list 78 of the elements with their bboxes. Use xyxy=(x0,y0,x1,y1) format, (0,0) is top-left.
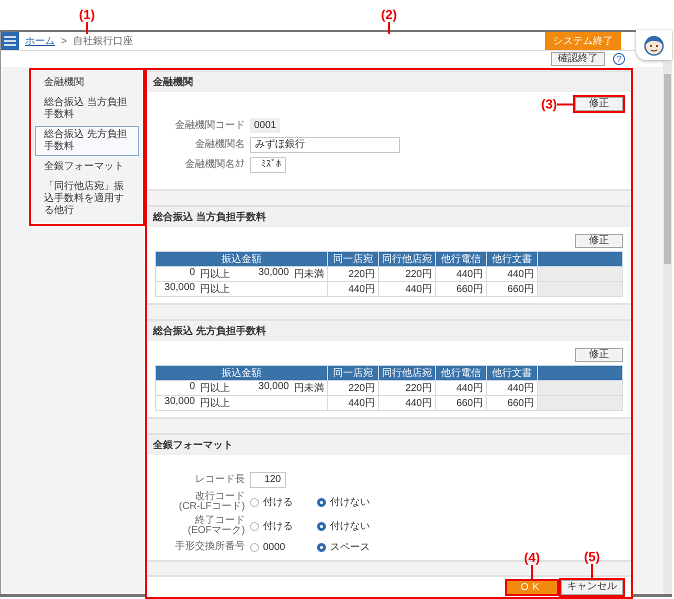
column-header: 同行他店宛 xyxy=(378,252,436,266)
breadcrumb-link[interactable]: ホーム xyxy=(25,34,55,48)
table-cell: 660円 xyxy=(436,282,486,296)
table-cell: 660円 xyxy=(486,282,538,296)
field-label: 金融機関名ｶﾅ xyxy=(185,160,245,170)
input-field[interactable]: 120 xyxy=(250,472,286,488)
radio-option[interactable]: 付けない xyxy=(317,519,379,533)
field-label: 金融機関コード xyxy=(175,120,245,130)
radio-option[interactable]: スペース xyxy=(317,540,379,554)
field-label: 終了コード xyxy=(195,516,245,526)
input-field[interactable]: みずほ銀行 xyxy=(250,137,400,153)
field-value: 0001 xyxy=(250,118,280,133)
callout-label: (4) xyxy=(524,550,540,564)
radio-option[interactable]: 付ける xyxy=(250,519,312,533)
sidebar-item[interactable]: 「同行他店宛」振込手数料を適用する他行 xyxy=(35,178,139,220)
table-cell: 440円 xyxy=(378,282,436,296)
callout-label: (1) xyxy=(79,7,95,22)
section-title: 全銀フォーマット xyxy=(147,433,631,455)
edit-button[interactable]: 修正 xyxy=(575,97,623,111)
field-label: (CR-LFコード) xyxy=(178,502,245,512)
field-label: 金融機関名 xyxy=(195,140,245,150)
callout-label: (5) xyxy=(584,548,600,564)
column-header: 振込金額 xyxy=(156,252,328,266)
table-cell: 440円 xyxy=(328,396,378,410)
section-title: 総合振込 当方負担手数料 xyxy=(147,205,631,227)
column-header: 振込金額 xyxy=(156,366,328,380)
scrollbar[interactable] xyxy=(663,62,672,594)
callout-label: (2) xyxy=(381,7,397,22)
radio-option[interactable]: 付ける xyxy=(250,495,312,509)
column-header: 同行他店宛 xyxy=(378,366,436,380)
table-cell: 440円 xyxy=(436,266,486,282)
table-cell: 220円 xyxy=(378,266,436,282)
sidebar-item[interactable]: 総合振込 当方負担手数料 xyxy=(35,94,139,124)
input-field[interactable]: ﾐｽﾞﾎ xyxy=(250,157,286,173)
column-header: 同一店宛 xyxy=(328,252,378,266)
breadcrumb-separator: > xyxy=(61,36,67,46)
table-cell: 660円 xyxy=(486,396,538,410)
column-header: 他行電信 xyxy=(436,252,486,266)
radio-option[interactable]: 0000 xyxy=(250,542,312,552)
edit-button[interactable]: 修正 xyxy=(575,348,623,362)
leader-line xyxy=(557,103,573,105)
leader-line xyxy=(86,22,88,34)
assistant-avatar-icon[interactable] xyxy=(636,30,672,60)
leader-line xyxy=(531,564,533,578)
column-header: 同一店宛 xyxy=(328,366,378,380)
table-cell: 30,000 円以上 xyxy=(156,282,328,296)
table-cell: 440円 xyxy=(436,380,486,396)
section-title: 金融機関 xyxy=(147,70,631,92)
help-icon[interactable]: ? xyxy=(613,53,625,65)
table-cell: 660円 xyxy=(436,396,486,410)
field-label: 改行コード xyxy=(195,492,245,502)
callout-label: (3) xyxy=(541,96,557,112)
field-label: 手形交換所番号 xyxy=(175,542,245,552)
table-cell: 440円 xyxy=(328,282,378,296)
column-header: 他行電信 xyxy=(436,366,486,380)
table-cell: 220円 xyxy=(328,380,378,396)
table-cell: 0 円以上 30,000 円未満 xyxy=(156,266,328,282)
field-label: レコード長 xyxy=(195,475,245,485)
field-label: (EOFマーク) xyxy=(188,526,245,536)
leader-line xyxy=(591,564,593,578)
leader-line xyxy=(388,22,390,34)
table-cell: 440円 xyxy=(378,396,436,410)
sidebar-item[interactable]: 金融機関 xyxy=(35,74,139,92)
breadcrumb-current: 自社銀行口座 xyxy=(72,34,133,48)
table-cell: 220円 xyxy=(378,380,436,396)
sidebar-item[interactable]: 全銀フォーマット xyxy=(35,158,139,176)
menu-button[interactable] xyxy=(1,32,19,50)
table-cell: 0 円以上 30,000 円未満 xyxy=(156,380,328,396)
edit-button[interactable]: 修正 xyxy=(575,234,623,248)
table-cell: 220円 xyxy=(328,266,378,282)
column-header: 他行文書 xyxy=(486,366,538,380)
confirm-button[interactable]: 確認終了 xyxy=(551,52,605,66)
column-header: 他行文書 xyxy=(486,252,538,266)
section-title: 総合振込 先方負担手数料 xyxy=(147,319,631,341)
radio-option[interactable]: 付けない xyxy=(317,495,379,509)
sidebar-item[interactable]: 総合振込 先方負担手数料 xyxy=(35,126,139,156)
cancel-button[interactable]: キャンセル xyxy=(561,580,623,594)
table-cell: 30,000 円以上 xyxy=(156,396,328,410)
